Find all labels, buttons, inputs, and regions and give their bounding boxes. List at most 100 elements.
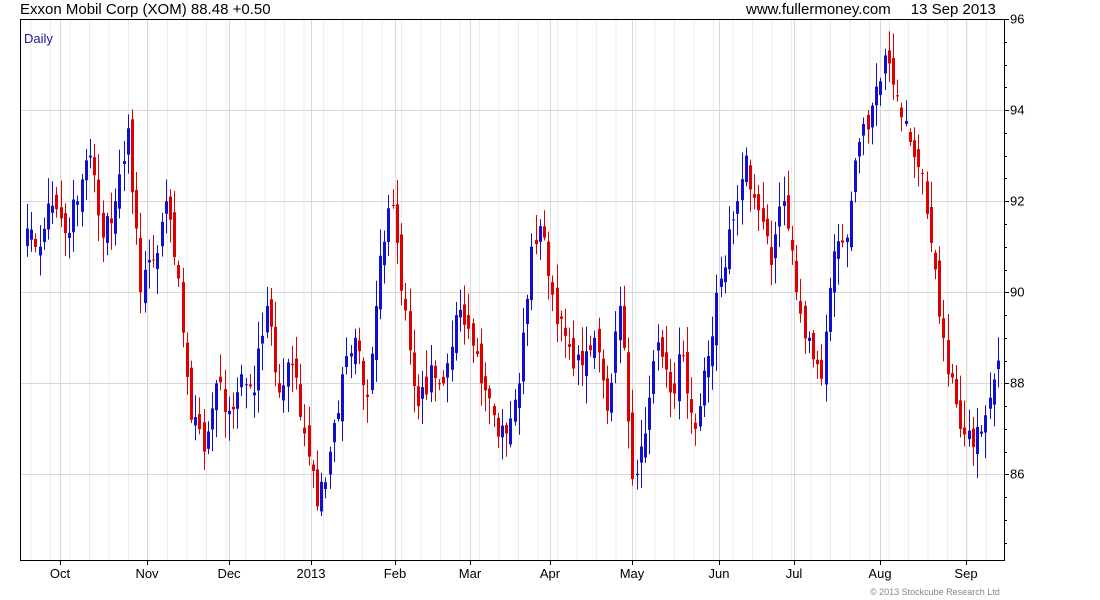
candle-body [497,417,500,437]
candle-body [186,342,189,377]
x-tick-label: Jun [709,566,730,581]
candle-body [799,301,802,314]
candle-body [657,342,660,351]
candle-body [606,378,609,411]
candle-body [707,356,710,378]
candle-body [89,155,92,158]
candle-body [451,346,454,370]
candle-body [522,332,525,382]
candle-body [900,107,903,118]
x-axis: Oct Nov Dec 2013 Feb Mar Apr May Jun Jul Aug Sep [50,561,978,581]
x-tick-label: Feb [384,566,406,581]
candle-body [509,418,512,445]
x-tick-label: Sep [954,566,977,581]
candle-body [581,350,584,366]
candle-body [224,389,227,413]
candle-body [661,337,664,357]
candle-body [947,340,950,375]
candle-body [72,199,75,233]
x-tick-label: Aug [868,566,891,581]
candle-body [97,179,100,216]
candle-body [556,287,559,325]
candle-body [55,194,58,210]
candle-body [282,385,285,401]
candle-body [783,201,786,206]
candle-body [207,431,210,449]
candle-body [493,406,496,416]
candle-body [476,351,479,355]
candle-body [972,428,975,448]
candle-body [291,363,294,366]
candle-body [127,128,130,155]
candle-body [144,269,147,304]
x-tick-label: May [620,566,645,581]
x-tick-label: Mar [459,566,482,581]
candle-body [833,251,836,293]
candle-body [787,195,790,229]
candle-body [585,351,588,377]
candle-body [257,348,260,391]
candle-body [383,241,386,266]
candle-body [43,228,46,243]
candle-body [858,141,861,157]
candle-body [211,408,214,430]
candle-body [665,352,668,370]
candle-body [909,132,912,142]
candle-body [30,229,33,240]
candle-body [930,207,933,244]
candle-body [198,413,201,430]
candle-body [236,392,239,409]
candle-body [337,413,340,419]
candle-body [93,157,96,176]
candle-body [26,228,29,246]
period-label: Daily [24,31,53,46]
candle-body [888,50,891,64]
candle-body [728,229,731,270]
candle-body [627,352,630,422]
copyright-notice: © 2013 Stockcube Research Ltd [870,587,1000,597]
candle-body [846,237,849,243]
gridlines [20,19,1005,561]
candle-body [308,425,311,457]
candle-body [76,201,79,205]
y-tick-label: 86 [1010,467,1024,482]
candle-body [324,482,327,489]
candle-body [81,179,84,212]
y-tick-label: 88 [1010,376,1024,391]
candle-body [720,278,723,287]
candle-body [316,469,319,507]
candle-body [736,201,739,214]
candle-body [673,383,676,394]
candle-body [652,361,655,395]
candle-body [34,238,37,247]
candle-body [564,327,567,336]
candle-body [976,426,979,455]
candle-body [724,267,727,283]
candle-body [963,427,966,435]
candle-body [488,388,491,399]
candle-body [875,86,878,106]
candle-body [640,446,643,463]
candle-body [215,383,218,411]
candle-body [404,298,407,311]
candle-body [47,203,50,230]
candle-body [152,259,155,261]
candle-body [329,451,332,475]
candle-body [446,363,449,378]
x-tick-label: Nov [135,566,159,581]
candle-body [425,376,428,395]
x-tick-label: Oct [50,566,71,581]
candle-body [266,305,269,333]
candle-body [841,240,844,243]
candle-body [543,226,546,238]
candle-body [955,379,958,405]
x-tick-label: Apr [540,566,561,581]
candle-body [959,400,962,429]
candle-body [526,298,529,325]
candle-body [350,353,353,357]
candle-body [572,338,575,369]
candle-body [341,374,344,422]
candle-body [148,260,151,263]
candle-body [173,212,176,258]
candle-body [228,410,231,415]
